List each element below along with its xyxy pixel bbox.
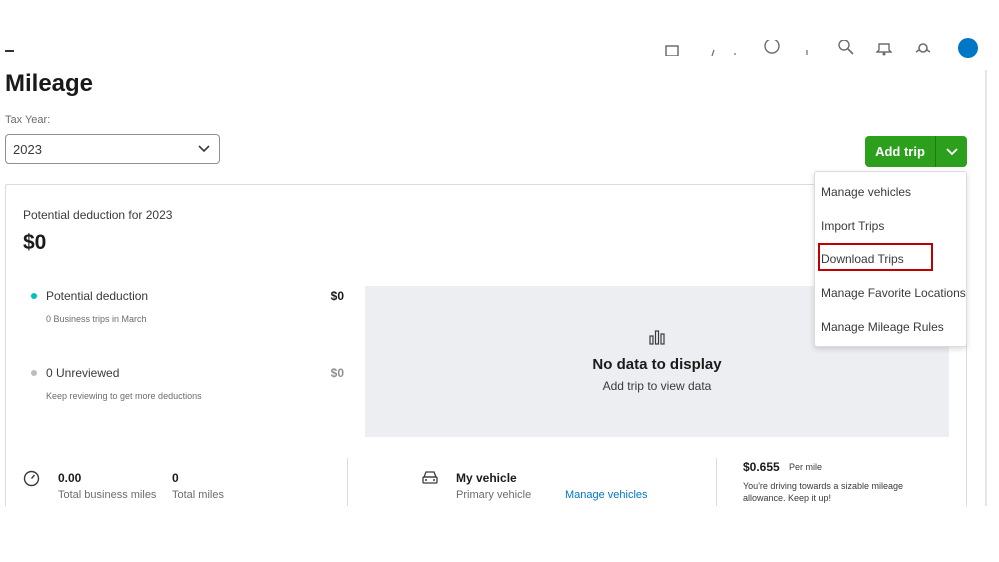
chevron-down-icon [197, 142, 211, 156]
add-trip-button[interactable]: Add trip [865, 136, 935, 167]
vehicle-sub: Primary vehicle [456, 489, 532, 501]
add-trip-menu-toggle[interactable] [935, 136, 967, 167]
rate-unit: Per mile [789, 462, 823, 472]
unreviewed-sub: Keep reviewing to get more deductions [46, 391, 202, 401]
tax-year-select[interactable]: 2023 [5, 134, 220, 164]
chevron-down-icon [945, 147, 958, 155]
car-icon [421, 470, 439, 486]
menu-item-manage-mileage-rules[interactable]: Manage Mileage Rules [821, 320, 944, 334]
search-icon[interactable] [838, 40, 854, 56]
rate-note-line-1: You're driving towards a sizable mileage [743, 481, 903, 491]
download-trips-highlight [818, 243, 933, 271]
add-trip-split-button: Add trip [865, 136, 967, 167]
rate-value: $0.655 [743, 460, 780, 474]
business-miles-label: Total business miles [58, 489, 157, 501]
business-miles-value: 0.00 [58, 471, 82, 485]
page-title: Mileage [5, 70, 94, 97]
empty-state-title: No data to display [592, 356, 722, 373]
menu-item-import-trips[interactable]: Import Trips [821, 219, 884, 233]
tick-icon[interactable] [733, 40, 749, 56]
unreviewed-label: 0 Unreviewed [46, 366, 120, 380]
bell-icon[interactable] [876, 40, 892, 56]
help-icon[interactable] [764, 40, 780, 56]
calendar-icon[interactable] [664, 40, 680, 56]
tax-year-value: 2023 [13, 141, 42, 157]
menu-item-manage-vehicles[interactable]: Manage vehicles [821, 185, 911, 199]
unreviewed-dot [31, 370, 37, 376]
empty-state-subtitle: Add trip to view data [602, 379, 712, 393]
unreviewed-amount: $0 [330, 366, 344, 380]
tax-year-label: Tax Year: [5, 114, 51, 126]
divider-icon [801, 40, 817, 56]
avatar[interactable] [958, 38, 978, 58]
deduction-title: Potential deduction for 2023 [23, 208, 173, 222]
menu-icon[interactable] [5, 50, 14, 52]
stats-divider [716, 458, 717, 506]
deduction-value: $0 [23, 231, 47, 254]
bar-chart-icon [649, 329, 665, 345]
scrollbar[interactable] [985, 70, 987, 506]
menu-item-manage-favorite-locations[interactable]: Manage Favorite Locations [821, 286, 966, 300]
potential-deduction-dot [31, 293, 37, 299]
total-miles-label: Total miles [172, 489, 224, 501]
potential-deduction-amount: $0 [330, 289, 344, 303]
top-toolbar [0, 38, 999, 62]
stats-divider [347, 458, 348, 506]
gear-icon[interactable] [915, 40, 931, 56]
vehicle-name: My vehicle [456, 471, 517, 485]
speedometer-icon [23, 470, 40, 487]
manage-vehicles-link[interactable]: Manage vehicles [565, 489, 648, 501]
potential-deduction-label: Potential deduction [46, 289, 149, 303]
total-miles-value: 0 [172, 471, 179, 485]
potential-deduction-sub: 0 Business trips in March [46, 314, 147, 324]
rate-note-line-2: allowance. Keep it up! [743, 493, 832, 503]
page-bottom [0, 506, 999, 562]
slash-icon[interactable] [708, 40, 724, 56]
